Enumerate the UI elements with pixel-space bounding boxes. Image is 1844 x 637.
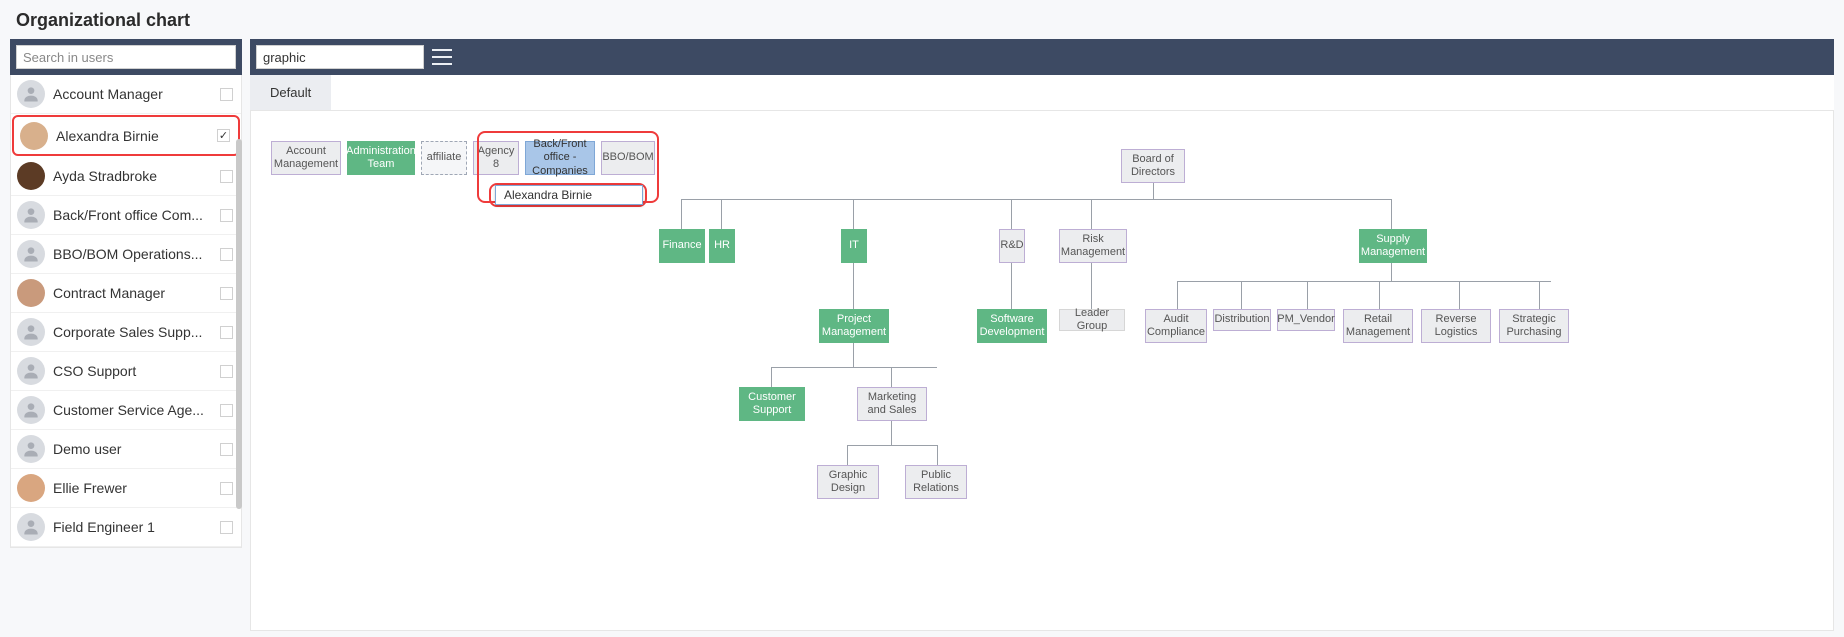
user-list-item[interactable]: CSO Support [11, 352, 241, 391]
node-admin_team[interactable]: Administration Team [347, 141, 415, 175]
avatar [17, 435, 45, 463]
org-chart-canvas[interactable]: Account ManagementAdministration Teamaff… [250, 111, 1834, 631]
user-list-item[interactable]: Back/Front office Com... [11, 196, 241, 235]
node-project-management[interactable]: Project Management [819, 309, 889, 343]
avatar [17, 357, 45, 385]
sidebar: Account Manager Alexandra Birnie ✓ Ayda Str… [10, 39, 242, 631]
node-hr[interactable]: HR [709, 229, 735, 263]
node-audit-compliance[interactable]: Audit Compliance [1145, 309, 1207, 343]
tab-bar: Default [250, 75, 1834, 111]
node-it[interactable]: IT [841, 229, 867, 263]
search-users-input[interactable] [16, 45, 236, 69]
tab-default[interactable]: Default [250, 75, 331, 110]
user-list-item[interactable]: Demo user [11, 430, 241, 469]
user-list: Account Manager Alexandra Birnie ✓ Ayda Str… [10, 75, 242, 548]
node-retail-management[interactable]: Retail Management [1343, 309, 1413, 343]
user-checkbox[interactable] [220, 170, 233, 183]
user-list-item[interactable]: Field Engineer 1 [11, 508, 241, 547]
user-checkbox[interactable] [220, 248, 233, 261]
user-list-item[interactable]: Customer Service Age... [11, 391, 241, 430]
avatar [17, 396, 45, 424]
page-root: Organizational chart Account Manager Alex… [0, 0, 1844, 637]
user-checkbox[interactable] [220, 482, 233, 495]
search-chart-input[interactable] [256, 45, 424, 69]
user-name-label: Contract Manager [53, 285, 212, 301]
user-list-item[interactable]: Alexandra Birnie ✓ [12, 115, 240, 156]
user-name-label: CSO Support [53, 363, 212, 379]
node-board-of-directors[interactable]: Board of Directors [1121, 149, 1185, 183]
user-name-label: Account Manager [53, 86, 212, 102]
user-list-item[interactable]: Corporate Sales Supp... [11, 313, 241, 352]
avatar [17, 279, 45, 307]
avatar [20, 122, 48, 150]
node-supply-management[interactable]: Supply Management [1359, 229, 1427, 263]
node-reverse-logistics[interactable]: Reverse Logistics [1421, 309, 1491, 343]
node-customer-support[interactable]: Customer Support [739, 387, 805, 421]
user-list-item[interactable]: Ellie Frewer [11, 469, 241, 508]
avatar [17, 162, 45, 190]
user-name-label: Back/Front office Com... [53, 207, 212, 223]
user-list-item[interactable]: Account Manager [11, 75, 241, 114]
hamburger-icon[interactable] [432, 49, 452, 65]
page-title: Organizational chart [0, 0, 1844, 39]
user-list-item[interactable]: Ayda Stradbroke [11, 157, 241, 196]
drag-user-label[interactable]: Alexandra Birnie [495, 185, 643, 205]
user-name-label: Demo user [53, 441, 212, 457]
node-software-development[interactable]: Software Development [977, 309, 1047, 343]
user-name-label: Corporate Sales Supp... [53, 324, 212, 340]
user-checkbox[interactable] [220, 88, 233, 101]
user-checkbox[interactable] [220, 287, 233, 300]
user-name-label: Ayda Stradbroke [53, 168, 212, 184]
node-distribution[interactable]: Distribution [1213, 309, 1271, 331]
user-checkbox[interactable] [220, 404, 233, 417]
node-strategic-purchasing[interactable]: Strategic Purchasing [1499, 309, 1569, 343]
avatar [17, 240, 45, 268]
user-name-label: Field Engineer 1 [53, 519, 212, 535]
avatar [17, 513, 45, 541]
main-header [250, 39, 1834, 75]
user-checkbox[interactable]: ✓ [217, 129, 230, 142]
node-affiliate[interactable]: affiliate [421, 141, 467, 175]
user-checkbox[interactable] [220, 443, 233, 456]
sidebar-header [10, 39, 242, 75]
node-agency8[interactable]: Agency 8 [473, 141, 519, 175]
avatar [17, 474, 45, 502]
user-name-label: Ellie Frewer [53, 480, 212, 496]
node-marketing-and-sales[interactable]: Marketing and Sales [857, 387, 927, 421]
user-name-label: Customer Service Age... [53, 402, 212, 418]
node-rd[interactable]: R&D [999, 229, 1025, 263]
avatar [17, 80, 45, 108]
scrollbar-thumb[interactable] [236, 139, 242, 509]
node-backfront[interactable]: Back/Front office - Companies [525, 141, 595, 175]
node-acct_mgmt[interactable]: Account Management [271, 141, 341, 175]
node-leader-group[interactable]: Leader Group [1059, 309, 1125, 331]
user-checkbox[interactable] [220, 521, 233, 534]
body-row: Account Manager Alexandra Birnie ✓ Ayda Str… [0, 39, 1844, 631]
avatar [17, 201, 45, 229]
user-checkbox[interactable] [220, 326, 233, 339]
node-graphic-design[interactable]: Graphic Design [817, 465, 879, 499]
node-public-relations[interactable]: Public Relations [905, 465, 967, 499]
user-list-item[interactable]: Contract Manager [11, 274, 241, 313]
user-name-label: BBO/BOM Operations... [53, 246, 212, 262]
node-finance[interactable]: Finance [659, 229, 705, 263]
user-name-label: Alexandra Birnie [56, 128, 209, 144]
user-checkbox[interactable] [220, 209, 233, 222]
main-pane: Default Account ManagementAdministration… [250, 39, 1834, 631]
user-list-item[interactable]: BBO/BOM Operations... [11, 235, 241, 274]
node-pm-vendor[interactable]: PM_Vendor [1277, 309, 1335, 331]
user-checkbox[interactable] [220, 365, 233, 378]
node-risk-management[interactable]: Risk Management [1059, 229, 1127, 263]
node-bbo_bom[interactable]: BBO/BOM [601, 141, 655, 175]
avatar [17, 318, 45, 346]
